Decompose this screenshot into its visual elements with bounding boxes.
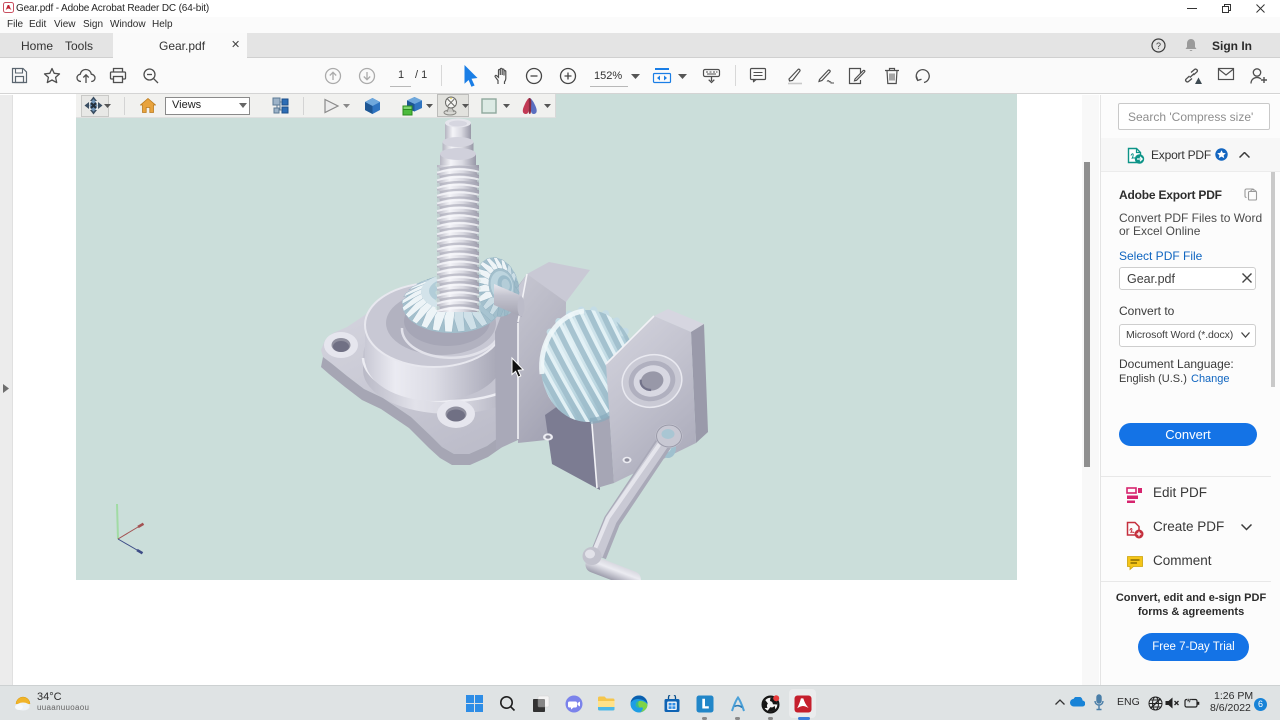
svg-text:?: ? [1156, 41, 1161, 51]
